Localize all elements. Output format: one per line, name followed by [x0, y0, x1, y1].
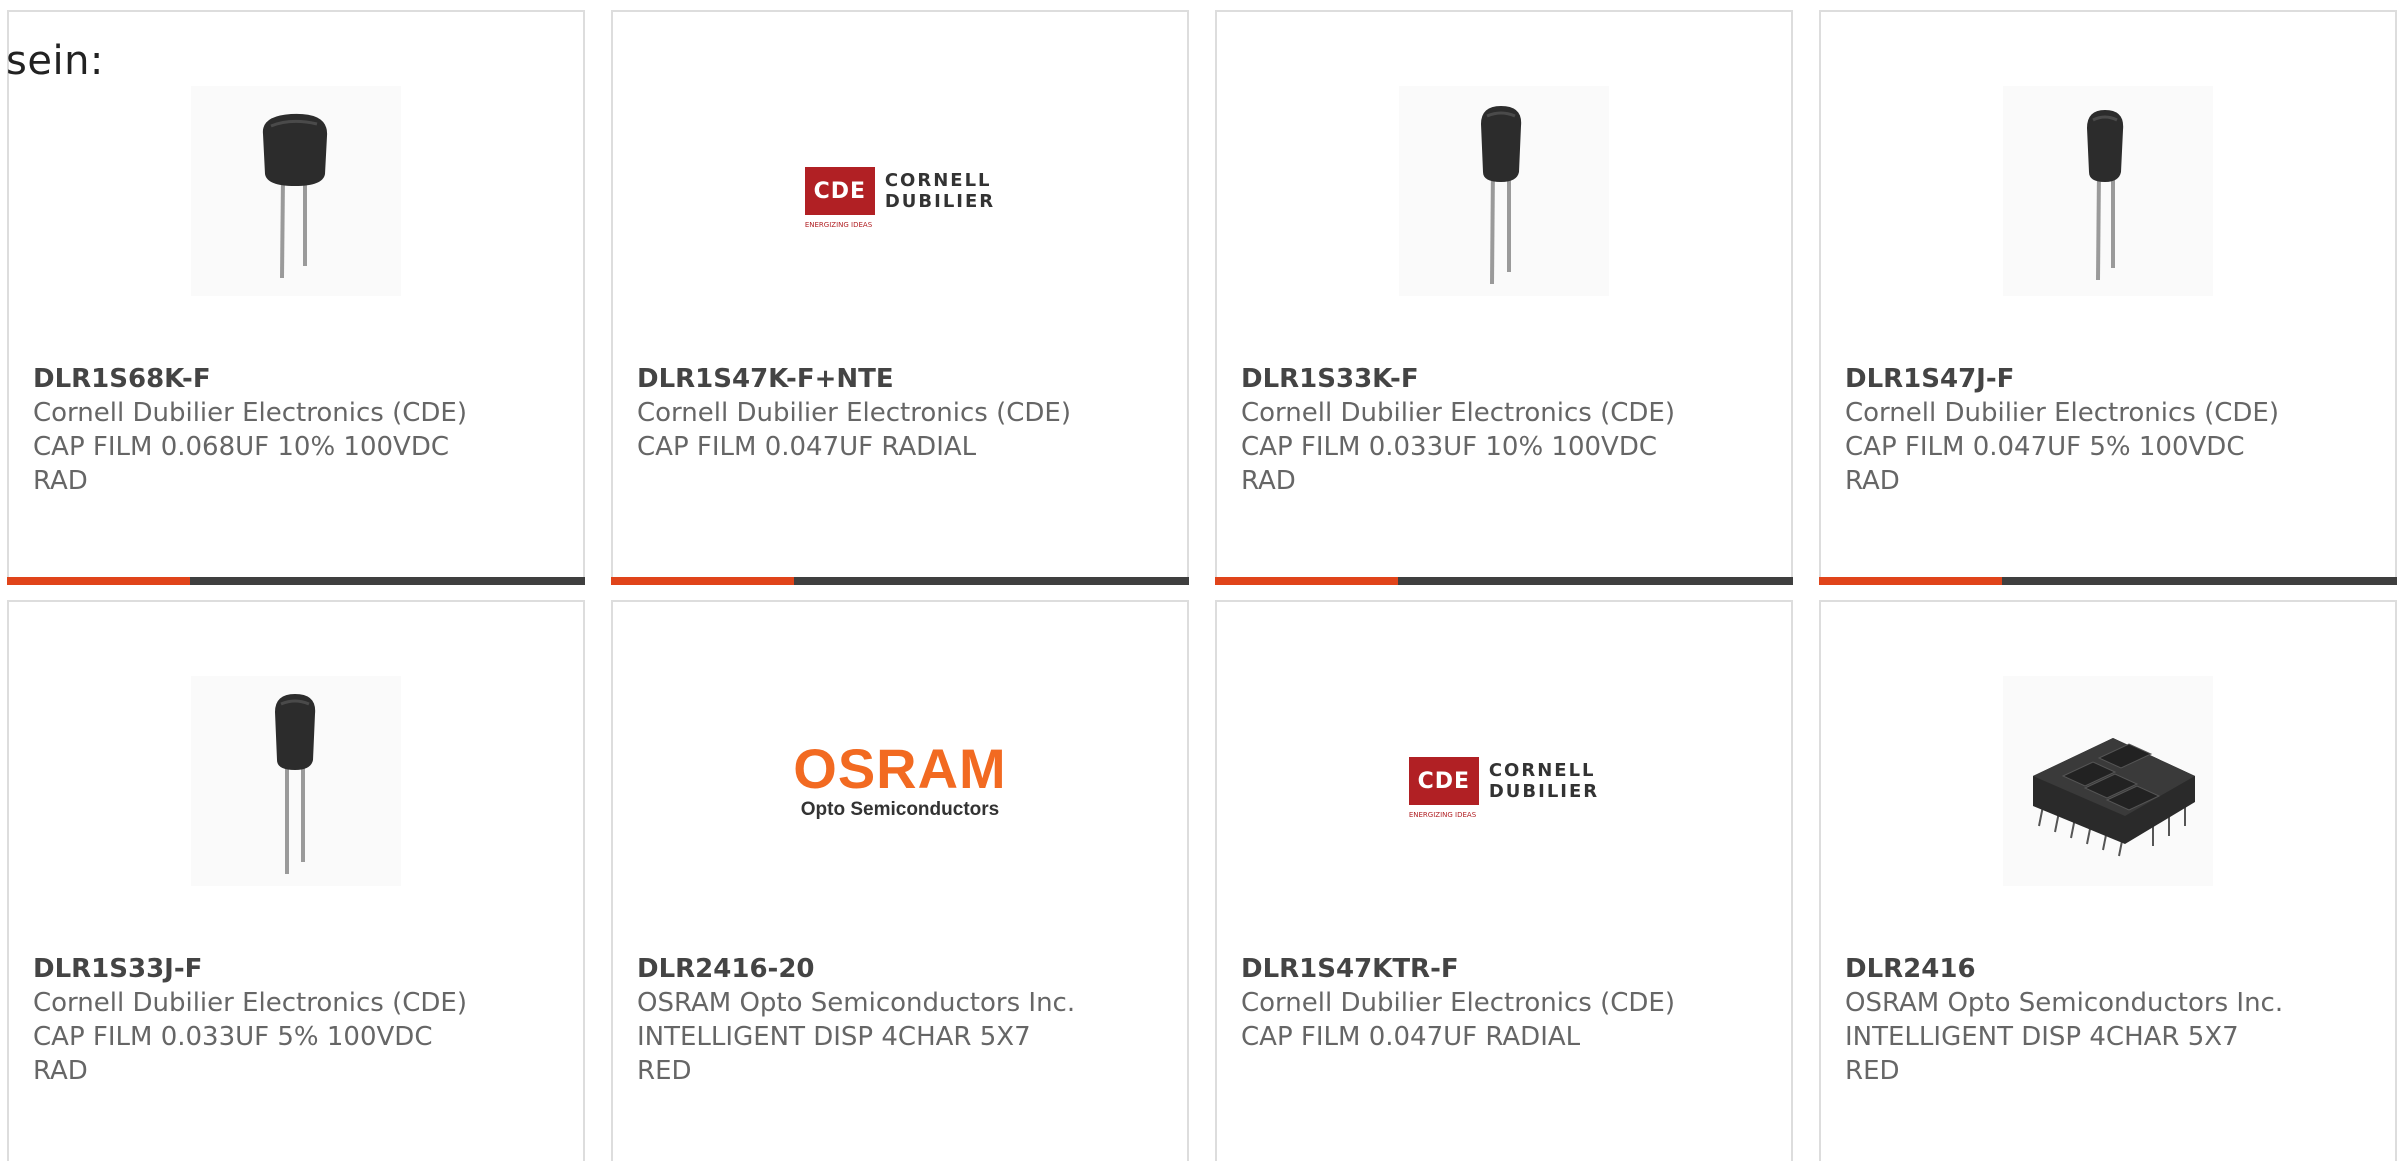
description-line1: INTELLIGENT DISP 4CHAR 5X7: [637, 1022, 1031, 1052]
product-card[interactable]: DLR2416 OSRAM Opto Semiconductors Inc. I…: [1819, 600, 2397, 1161]
part-number-link[interactable]: DLR1S47J-F: [1845, 362, 2285, 396]
card-bottom-bar: [1819, 577, 2397, 585]
cde-line1: CORNELL: [884, 170, 992, 191]
film-capacitor-icon: [191, 676, 401, 886]
product-info: DLR1S33J-F Cornell Dubilier Electronics …: [33, 952, 473, 1088]
card-bottom-bar: [1215, 577, 1793, 585]
manufacturer: OSRAM Opto Semiconductors Inc.: [637, 988, 1076, 1018]
product-image[interactable]: OSRAM Opto Semiconductors: [613, 676, 1187, 886]
part-number-link[interactable]: DLR2416-20: [637, 952, 1077, 986]
product-info: DLR1S47K-F+NTE Cornell Dubilier Electron…: [637, 362, 1077, 464]
product-card[interactable]: DLR1S33K-F Cornell Dubilier Electronics …: [1215, 10, 1793, 585]
description-line2: RAD: [1845, 466, 1900, 496]
card-bottom-bar: [7, 577, 585, 585]
cde-badge-text: CDE: [813, 178, 867, 204]
cornell-dubilier-logo: CDE ENERGIZING IDEAS CORNELL DUBILIER: [1408, 757, 1599, 819]
product-info: DLR2416-20 OSRAM Opto Semiconductors Inc…: [637, 952, 1077, 1088]
film-capacitor-icon: [191, 86, 401, 296]
cde-tagline: ENERGIZING IDEAS: [804, 221, 873, 229]
product-info: DLR1S47KTR-F Cornell Dubilier Electronic…: [1241, 952, 1681, 1054]
description-line1: INTELLIGENT DISP 4CHAR 5X7: [1845, 1022, 2239, 1052]
cde-wordmark: CORNELL DUBILIER: [885, 170, 995, 212]
cde-line2: DUBILIER: [1488, 781, 1600, 802]
osram-logo: OSRAM Opto Semiconductors: [793, 741, 1006, 821]
manufacturer: Cornell Dubilier Electronics (CDE): [637, 398, 1071, 428]
cde-badge: CDE ENERGIZING IDEAS: [804, 167, 875, 229]
product-info: DLR1S47J-F Cornell Dubilier Electronics …: [1845, 362, 2285, 498]
product-image[interactable]: [9, 86, 583, 296]
description-line2: RAD: [33, 1056, 88, 1086]
product-card[interactable]: CDE ENERGIZING IDEAS CORNELL DUBILIER DL…: [1215, 600, 1793, 1161]
product-info: DLR1S33K-F Cornell Dubilier Electronics …: [1241, 362, 1681, 498]
card-accent-bar: [1215, 577, 1398, 585]
cde-line2: DUBILIER: [884, 191, 996, 212]
cde-wordmark: CORNELL DUBILIER: [1489, 760, 1599, 802]
product-image[interactable]: CDE ENERGIZING IDEAS CORNELL DUBILIER: [613, 86, 1187, 296]
product-info: DLR1S68K-F Cornell Dubilier Electronics …: [33, 362, 473, 498]
part-number-link[interactable]: DLR1S47K-F+NTE: [637, 362, 1077, 396]
card-bottom-bar: [611, 577, 1189, 585]
part-number-link[interactable]: DLR1S68K-F: [33, 362, 473, 396]
description-line1: CAP FILM 0.047UF RADIAL: [637, 432, 977, 462]
manufacturer: Cornell Dubilier Electronics (CDE): [1241, 398, 1675, 428]
osram-subtitle: Opto Semiconductors: [800, 799, 1000, 820]
product-card[interactable]: DLR1S68K-F Cornell Dubilier Electronics …: [7, 10, 585, 585]
description-line2: RAD: [33, 466, 88, 496]
cde-badge-text: CDE: [1417, 768, 1471, 794]
part-number-link[interactable]: DLR1S47KTR-F: [1241, 952, 1681, 986]
description-line2: RED: [637, 1056, 692, 1086]
card-accent-bar: [611, 577, 794, 585]
product-image[interactable]: CDE ENERGIZING IDEAS CORNELL DUBILIER: [1217, 676, 1791, 886]
led-display-icon: [2003, 676, 2213, 886]
cde-line1: CORNELL: [1488, 760, 1596, 781]
manufacturer: Cornell Dubilier Electronics (CDE): [33, 398, 467, 428]
film-capacitor-icon: [2003, 86, 2213, 296]
cde-tagline: ENERGIZING IDEAS: [1408, 811, 1477, 819]
card-accent-bar: [1819, 577, 2002, 585]
description-line2: RED: [1845, 1056, 1900, 1086]
description-line1: CAP FILM 0.068UF 10% 100VDC: [33, 432, 450, 462]
cde-badge: CDE ENERGIZING IDEAS: [1408, 757, 1479, 819]
part-number-link[interactable]: DLR1S33K-F: [1241, 362, 1681, 396]
lead-text: sein:: [6, 38, 104, 84]
cornell-dubilier-logo: CDE ENERGIZING IDEAS CORNELL DUBILIER: [804, 167, 995, 229]
product-image[interactable]: [1217, 86, 1791, 296]
product-card[interactable]: DLR1S47J-F Cornell Dubilier Electronics …: [1819, 10, 2397, 585]
description-line1: CAP FILM 0.047UF RADIAL: [1241, 1022, 1581, 1052]
product-card[interactable]: OSRAM Opto Semiconductors DLR2416-20 OSR…: [611, 600, 1189, 1161]
product-image[interactable]: [9, 676, 583, 886]
product-card[interactable]: DLR1S33J-F Cornell Dubilier Electronics …: [7, 600, 585, 1161]
description-line1: CAP FILM 0.047UF 5% 100VDC: [1845, 432, 2245, 462]
product-card[interactable]: CDE ENERGIZING IDEAS CORNELL DUBILIER DL…: [611, 10, 1189, 585]
manufacturer: Cornell Dubilier Electronics (CDE): [1241, 988, 1675, 1018]
product-grid-page: sein: DLR1S68K-F Cornell Dubilier Electr…: [0, 0, 2400, 1161]
part-number-link[interactable]: DLR2416: [1845, 952, 2285, 986]
description-line2: RAD: [1241, 466, 1296, 496]
description-line1: CAP FILM 0.033UF 5% 100VDC: [33, 1022, 433, 1052]
part-number-link[interactable]: DLR1S33J-F: [33, 952, 473, 986]
manufacturer: Cornell Dubilier Electronics (CDE): [1845, 398, 2279, 428]
manufacturer: OSRAM Opto Semiconductors Inc.: [1845, 988, 2284, 1018]
manufacturer: Cornell Dubilier Electronics (CDE): [33, 988, 467, 1018]
product-image[interactable]: [1821, 676, 2395, 886]
product-image[interactable]: [1821, 86, 2395, 296]
film-capacitor-icon: [1399, 86, 1609, 296]
description-line1: CAP FILM 0.033UF 10% 100VDC: [1241, 432, 1658, 462]
card-accent-bar: [7, 577, 190, 585]
product-info: DLR2416 OSRAM Opto Semiconductors Inc. I…: [1845, 952, 2285, 1088]
osram-wordmark: OSRAM: [793, 737, 1007, 800]
